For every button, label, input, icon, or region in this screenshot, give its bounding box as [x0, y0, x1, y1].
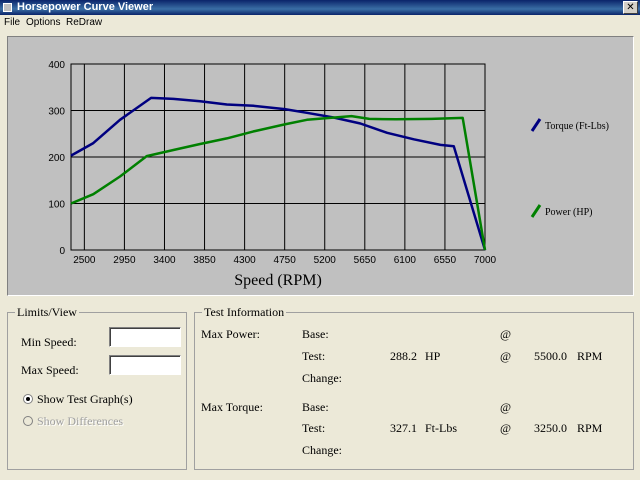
power-test-at: @	[500, 349, 512, 363]
power-test-value: 288.2	[390, 349, 417, 363]
y-tick-label: 400	[48, 60, 65, 71]
title-bar: Horsepower Curve Viewer ✕	[0, 0, 640, 15]
y-tick-label: 300	[48, 107, 65, 118]
legend-label: Power (HP)	[545, 207, 593, 218]
max-power-label: Max Power:	[201, 327, 260, 341]
x-tick-label: 4300	[233, 255, 256, 266]
horsepower-chart: 2500 2950 3400 3850 4300 4750 5200 5650 6100 6550…	[48, 60, 609, 289]
show-test-radio[interactable]	[23, 394, 33, 404]
chart-panel: 2500 2950 3400 3850 4300 4750 5200 5650 6100 6550…	[7, 36, 634, 296]
power-rpm-value: 5500.0	[534, 349, 567, 363]
max-speed-label: Max Speed:	[21, 363, 79, 377]
power-unit: HP	[425, 349, 441, 363]
x-tick-label: 3850	[193, 255, 216, 266]
x-tick-label: 6550	[434, 255, 457, 266]
power-base-label: Base:	[302, 327, 329, 341]
x-tick-label: 5200	[314, 255, 337, 266]
min-speed-label: Min Speed:	[21, 335, 77, 349]
torque-test-at: @	[500, 421, 512, 435]
x-tick-label: 5650	[354, 255, 377, 266]
window-title: Horsepower Curve Viewer	[17, 1, 154, 13]
power-rpm-unit: RPM	[577, 349, 603, 363]
max-speed-input[interactable]	[109, 355, 181, 375]
x-tick-label: 6100	[394, 255, 417, 266]
x-tick-label: 3400	[153, 255, 176, 266]
legend-swatch	[530, 204, 542, 218]
torque-base-label: Base:	[302, 400, 329, 414]
test-information-legend: Test Information	[202, 305, 287, 320]
max-torque-label: Max Torque:	[201, 400, 263, 414]
menu-file[interactable]: File	[4, 15, 20, 30]
power-change-label: Change:	[302, 371, 342, 385]
menu-bar: File Options ReDraw	[0, 15, 640, 30]
torque-test-label: Test:	[302, 421, 326, 435]
y-tick-label: 100	[48, 200, 65, 211]
torque-unit: Ft-Lbs	[425, 421, 458, 435]
torque-rpm-value: 3250.0	[534, 421, 567, 435]
torque-rpm-unit: RPM	[577, 421, 603, 435]
torque-base-at: @	[500, 400, 512, 414]
x-tick-label: 7000	[474, 255, 497, 266]
close-button[interactable]: ✕	[623, 1, 638, 14]
legend-swatch	[530, 118, 542, 132]
x-tick-label: 2950	[113, 255, 136, 266]
show-differences-label[interactable]: Show Differences	[37, 414, 123, 429]
min-speed-input[interactable]	[109, 327, 181, 347]
y-tick-label: 200	[48, 153, 65, 164]
power-base-at: @	[500, 327, 512, 341]
show-test-label[interactable]: Show Test Graph(s)	[37, 392, 133, 407]
torque-test-value: 327.1	[390, 421, 417, 435]
y-tick-label: 0	[59, 246, 65, 257]
power-test-label: Test:	[302, 349, 326, 363]
test-information-group: Test Information Max Power: Base: @ Test…	[194, 305, 634, 470]
torque-change-label: Change:	[302, 443, 342, 457]
menu-options[interactable]: Options	[26, 15, 60, 30]
menu-redraw[interactable]: ReDraw	[66, 15, 102, 30]
limits-view-group: Limits/View Min Speed: Max Speed: Show T…	[7, 305, 187, 470]
x-axis-label: Speed (RPM)	[234, 272, 322, 289]
app-icon	[3, 3, 12, 12]
limits-view-legend: Limits/View	[15, 305, 79, 320]
x-tick-label: 4750	[274, 255, 297, 266]
show-differences-radio[interactable]	[23, 416, 33, 426]
x-tick-label: 2500	[73, 255, 96, 266]
legend-label: Torque (Ft-Lbs)	[545, 121, 609, 132]
